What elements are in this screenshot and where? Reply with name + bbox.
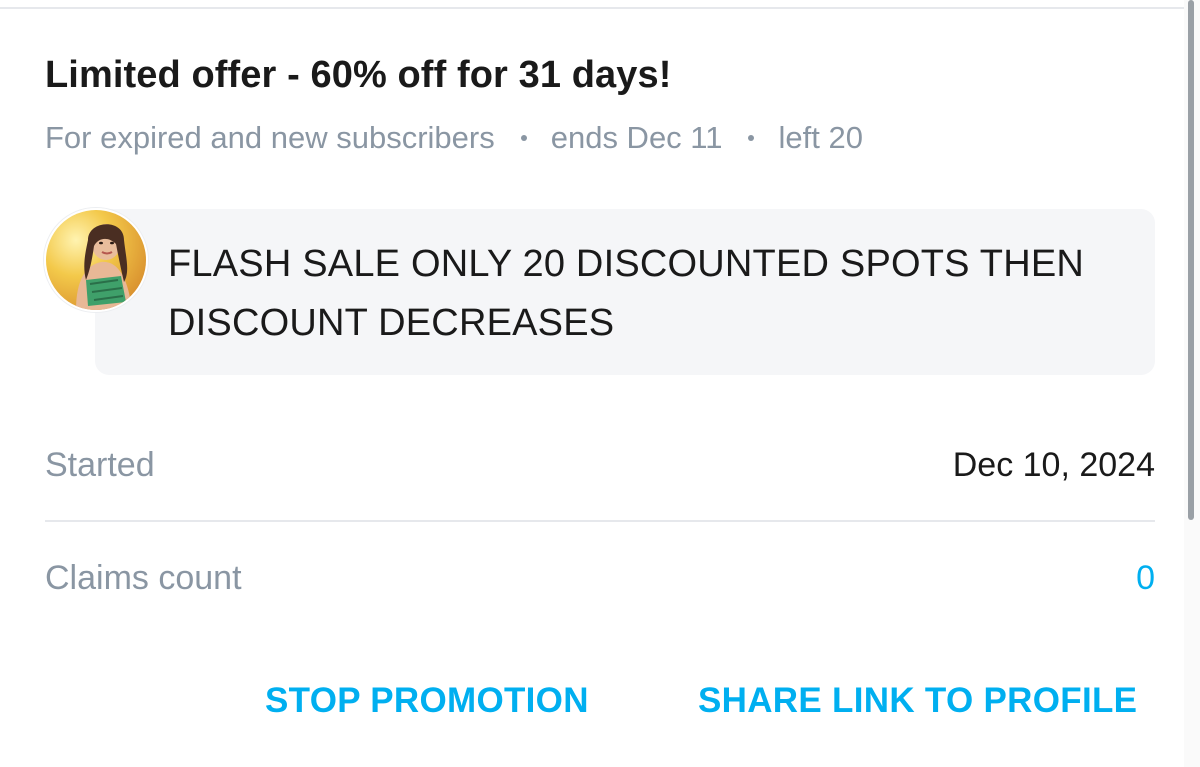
message-bubble: FLASH SALE ONLY 20 DISCOUNTED SPOTS THEN…: [95, 209, 1155, 375]
share-link-button[interactable]: SHARE LINK TO PROFILE: [698, 676, 1137, 726]
promotion-meta: For expired and new subscribers ends Dec…: [45, 120, 863, 156]
separator-dot: [748, 135, 755, 141]
claims-label: Claims count: [45, 558, 242, 597]
scrollbar-thumb[interactable]: [1188, 0, 1194, 520]
started-label: Started: [45, 445, 155, 484]
claims-count-link[interactable]: 0: [1136, 559, 1155, 598]
started-value: Dec 10, 2024: [952, 445, 1155, 484]
separator-dot: [520, 135, 527, 141]
started-row: Started Dec 10, 2024: [45, 440, 1155, 490]
left-text: left 20: [778, 120, 863, 155]
message-text: FLASH SALE ONLY 20 DISCOUNTED SPOTS THEN…: [168, 243, 1085, 344]
row-divider: [45, 520, 1155, 522]
promotion-card: Limited offer - 60% off for 31 days! For…: [0, 0, 1200, 767]
ends-text: ends Dec 11: [550, 120, 723, 155]
audience-text: For expired and new subscribers: [45, 120, 495, 155]
profile-avatar-icon: [46, 210, 146, 310]
promotion-title: Limited offer - 60% off for 31 days!: [45, 54, 672, 96]
top-divider: [0, 7, 1184, 9]
claims-row: Claims count 0: [45, 553, 1155, 603]
stop-promotion-button[interactable]: STOP PROMOTION: [265, 676, 589, 726]
avatar[interactable]: [44, 208, 148, 312]
scrollbar[interactable]: [1184, 0, 1200, 767]
